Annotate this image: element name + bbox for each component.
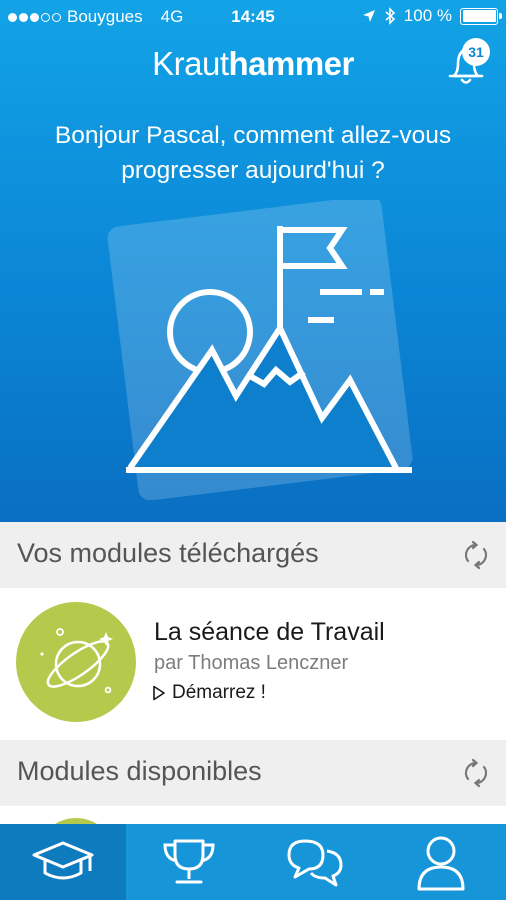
module-author: par Thomas Lenczner [154, 652, 349, 674]
tab-achievements[interactable] [126, 824, 252, 900]
start-module-label: Démarrez ! [172, 682, 266, 703]
greeting-text: Bonjour Pascal, comment allez-vous progr… [54, 122, 452, 184]
refresh-icon[interactable] [460, 757, 492, 789]
hero-banner: Bouygues 4G 14:45 100 % Krauthammer 31 B… [0, 0, 506, 522]
planet-icon [40, 628, 113, 694]
location-arrow-icon [362, 10, 375, 22]
profile-icon [417, 836, 465, 891]
mountain-flag-illustration [107, 200, 413, 500]
module-thumbnail [16, 602, 136, 722]
tab-learning[interactable] [0, 824, 126, 900]
tab-profile[interactable] [378, 824, 504, 900]
battery-icon [460, 7, 502, 25]
available-modules-header: Modules disponibles [0, 740, 506, 806]
available-modules-title: Modules disponibles [17, 756, 262, 786]
module-title: La séance de Travail [154, 618, 385, 646]
trophy-icon [163, 839, 215, 884]
bluetooth-icon [385, 7, 395, 25]
downloaded-modules-title: Vos modules téléchargés [17, 538, 319, 568]
battery-percentage: 100 % [403, 6, 452, 25]
tab-messages[interactable] [252, 824, 378, 900]
notification-count-badge: 31 [462, 38, 490, 66]
notifications-button[interactable]: 31 [440, 36, 496, 88]
status-right: 100 % [362, 6, 502, 26]
play-icon [153, 685, 165, 701]
refresh-icon[interactable] [460, 539, 492, 571]
status-bar: Bouygues 4G 14:45 100 % [0, 0, 506, 36]
start-module-button[interactable]: Démarrez ! [152, 682, 266, 704]
graduation-cap-icon [32, 841, 94, 880]
app-logo: Krauthammer [0, 45, 506, 83]
module-item[interactable]: La séance de Travail par Thomas Lenczner… [0, 588, 506, 740]
tab-bar [0, 824, 506, 900]
available-module-item[interactable] [0, 806, 506, 858]
downloaded-modules-header: Vos modules téléchargés [0, 522, 506, 588]
logo-bold-text: hammer [228, 45, 354, 82]
chat-bubbles-icon [287, 839, 343, 887]
logo-light-text: Kraut [152, 45, 229, 82]
